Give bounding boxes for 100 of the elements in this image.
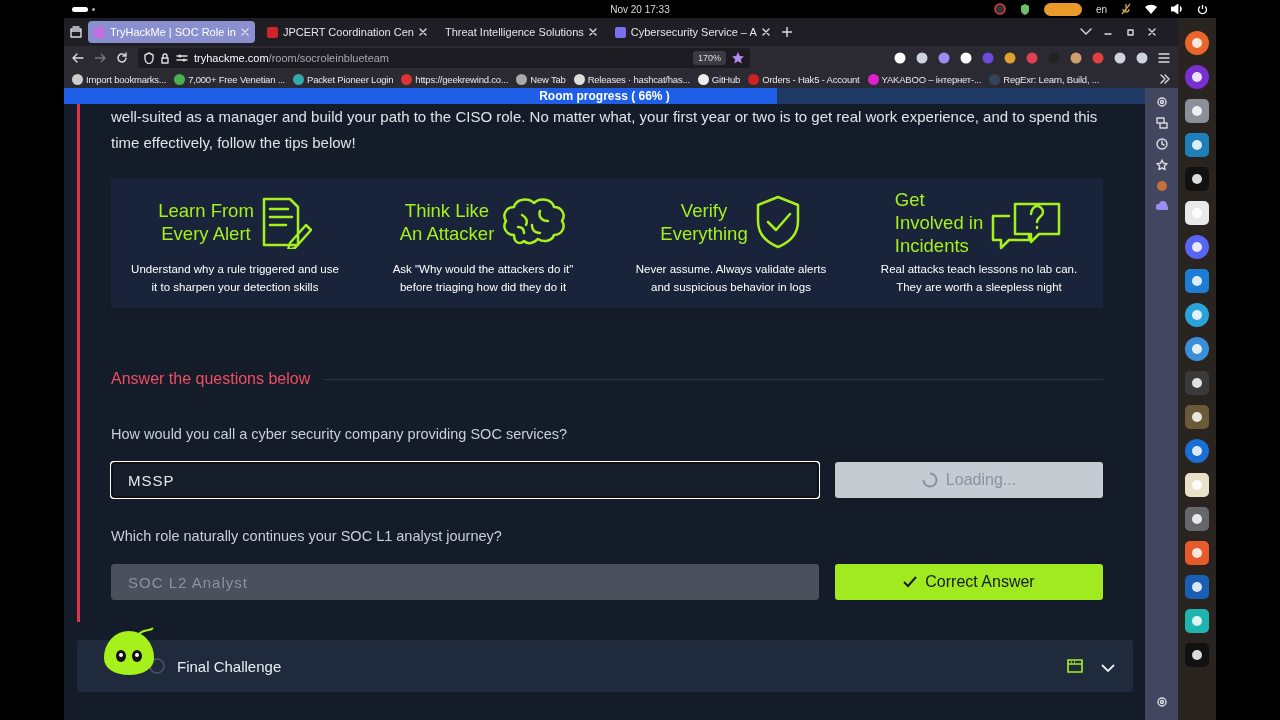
clock-text[interactable]: Nov 20 17:33 — [610, 3, 670, 15]
permissions-icon[interactable] — [176, 53, 188, 63]
bookmark-link[interactable]: Import bookmarks... — [72, 73, 167, 85]
gear-icon[interactable] — [1155, 96, 1168, 108]
favicon-icon — [516, 73, 528, 85]
answer-field[interactable]: MSSP — [111, 462, 819, 498]
screen-share-indicator[interactable] — [1043, 2, 1082, 16]
app-icon[interactable] — [1184, 608, 1210, 634]
star-icon[interactable] — [732, 52, 744, 64]
favicon-icon — [867, 73, 879, 85]
app-icon[interactable] — [1184, 302, 1210, 328]
chevron-down-icon[interactable] — [1080, 28, 1092, 36]
more-bookmarks-icon[interactable] — [1160, 74, 1170, 84]
microphone-muted-icon[interactable] — [1121, 3, 1131, 15]
language-indicator[interactable]: en — [1095, 3, 1107, 15]
shield-icon[interactable] — [144, 52, 154, 64]
lock-icon[interactable] — [160, 52, 170, 64]
favicon-icon — [401, 73, 413, 85]
power-icon[interactable] — [1197, 3, 1208, 15]
extension-icon[interactable] — [1070, 52, 1082, 64]
app-icon[interactable] — [1184, 472, 1210, 498]
section-heading: Answer the questions below — [111, 370, 311, 388]
extension-icon[interactable] — [960, 52, 972, 64]
address-bar[interactable]: tryhackme.com/room/socroleinblueteam 170% — [138, 48, 750, 68]
spinner-icon — [921, 472, 938, 488]
volume-icon[interactable] — [1171, 4, 1183, 14]
app-icon[interactable] — [1184, 506, 1210, 532]
bookmark-link[interactable]: 7,000+ Free Venetian ... — [174, 73, 286, 85]
app-icon[interactable] — [1184, 166, 1210, 192]
bookmark-link[interactable]: Packet Pioneer Login — [293, 73, 394, 85]
browser-window-icon — [1067, 659, 1083, 673]
close-icon[interactable] — [419, 28, 427, 36]
progress-label: Room progress ( 66% ) — [539, 88, 670, 104]
bookmark-link[interactable]: https://geekrewind.co... — [401, 73, 509, 85]
app-icon[interactable] — [1184, 98, 1210, 124]
url-text: tryhackme.com/room/socroleinblueteam — [194, 52, 390, 64]
back-icon[interactable] — [72, 52, 84, 64]
reload-icon[interactable] — [116, 52, 128, 64]
favicon-icon — [748, 73, 760, 85]
app-icon[interactable] — [1184, 268, 1210, 294]
history-icon[interactable] — [1155, 138, 1168, 150]
bookmark-link[interactable]: Orders - Hak5 - Account — [748, 73, 860, 85]
app-icon[interactable] — [1184, 642, 1210, 668]
forward-icon[interactable] — [94, 52, 106, 64]
favicon-icon — [573, 73, 585, 85]
close-icon[interactable] — [761, 28, 770, 36]
zoom-level[interactable]: 170% — [692, 51, 726, 65]
tab-overview-icon[interactable] — [70, 26, 82, 38]
close-icon[interactable] — [588, 28, 597, 36]
cloud-icon[interactable] — [1155, 201, 1168, 211]
favicon-icon — [72, 73, 83, 85]
app-icon[interactable] — [1184, 336, 1210, 362]
menu-icon[interactable] — [1158, 53, 1170, 63]
browser-tab[interactable]: Threat Intelligence Solutions — [439, 21, 603, 43]
app-icon[interactable] — [1184, 370, 1210, 396]
favicon-icon — [293, 73, 305, 85]
close-icon[interactable] — [1146, 28, 1158, 36]
extension-icon[interactable] — [1004, 52, 1016, 64]
task-header[interactable]: Final Challenge — [77, 640, 1133, 692]
bookmark-link[interactable]: YAKABOO – інтернет-... — [867, 73, 982, 85]
intro-paragraph: well-suited as a manager and build your path to the CISO role. No matter what, your first year or two is to get real work experience, and to spend this time effectively, follow the tips below! — [111, 107, 1099, 153]
record-icon[interactable] — [993, 3, 1006, 15]
app-icon[interactable] — [1184, 438, 1210, 464]
gear-icon[interactable] — [1155, 696, 1168, 708]
favicon-icon — [989, 73, 1001, 85]
browser-tab[interactable]: Cybersecurity Service – A — [608, 21, 776, 43]
bookmark-link[interactable]: RegExr: Learn, Build, ... — [989, 73, 1100, 85]
synced-tabs-icon[interactable] — [1155, 117, 1168, 129]
tip-description: Ask "Why would the attackers do it" before triaging how did they do it — [392, 262, 574, 295]
extension-icon[interactable] — [1136, 52, 1148, 64]
tip-title: Learn From Every Alert — [158, 199, 254, 245]
app-icon[interactable] — [1184, 30, 1210, 56]
star-icon[interactable] — [1155, 159, 1168, 171]
chevron-down-icon[interactable] — [1101, 663, 1115, 672]
extension-icon[interactable] — [1114, 52, 1126, 64]
app-icon[interactable] — [1184, 540, 1210, 566]
app-icon[interactable] — [1184, 200, 1210, 226]
bookmark-link[interactable]: New Tab — [516, 73, 566, 85]
shield-icon[interactable] — [1019, 3, 1030, 15]
cookie-icon[interactable] — [1155, 180, 1168, 192]
app-icon[interactable] — [1184, 64, 1210, 90]
app-icon[interactable] — [1184, 404, 1210, 430]
task-title: Final Challenge — [177, 657, 282, 675]
tip-description: Real attacks teach lessons no lab can. They are worth a sleepless night — [880, 262, 1078, 295]
browser-tab[interactable]: JPCERT Coordination Cen — [260, 21, 433, 43]
favicon-icon — [614, 26, 626, 38]
extension-icon[interactable] — [894, 52, 906, 64]
tip-title: Think Like An Attacker — [399, 199, 495, 245]
app-icon[interactable] — [1184, 132, 1210, 158]
app-icon[interactable] — [1184, 234, 1210, 260]
app-icon[interactable] — [1184, 574, 1210, 600]
bookmark-link[interactable]: GitHub — [697, 73, 741, 85]
new-tab-icon[interactable] — [781, 27, 792, 37]
extension-icon[interactable] — [916, 52, 928, 64]
bookmark-link[interactable]: Releases · hashcat/has... — [573, 73, 690, 85]
check-icon — [903, 576, 918, 588]
wifi-icon[interactable] — [1145, 4, 1157, 14]
favicon-icon — [697, 73, 709, 85]
activities-indicator[interactable] — [72, 6, 88, 12]
restore-icon[interactable] — [1124, 28, 1136, 36]
